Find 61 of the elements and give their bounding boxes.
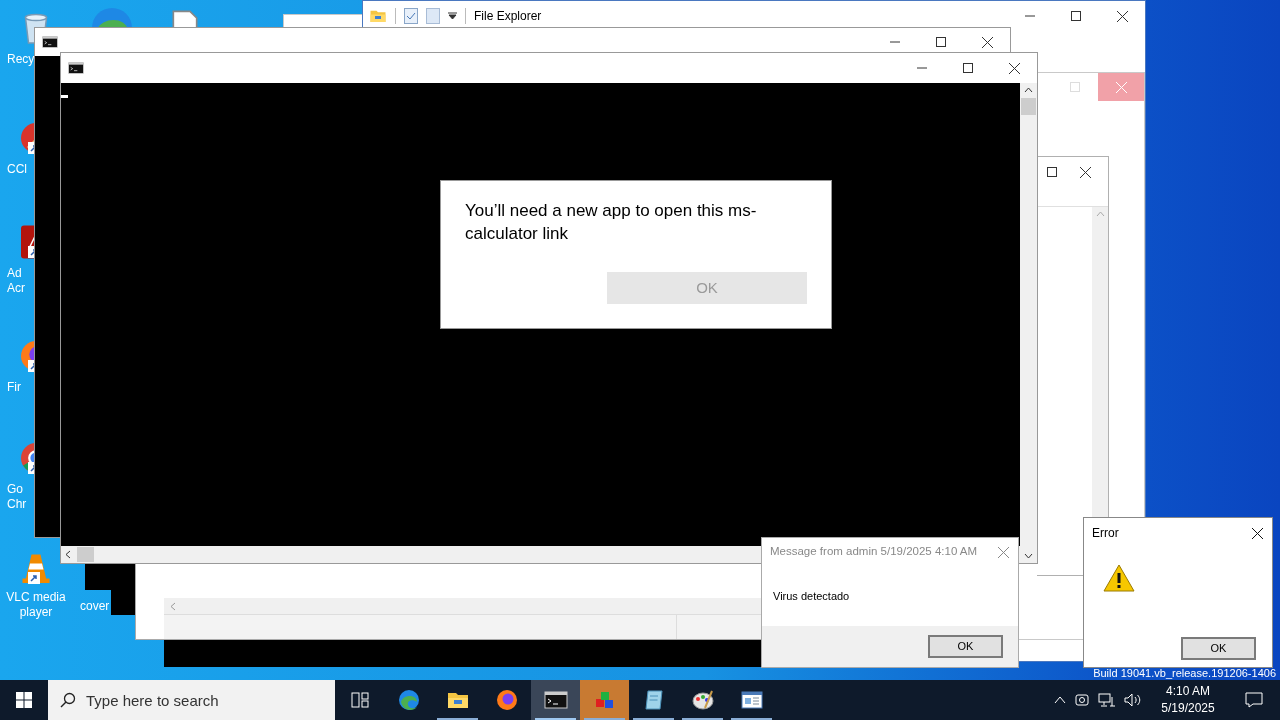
maximize-icon: [1047, 167, 1057, 177]
icon-label[interactable]: player: [19, 605, 53, 620]
taskbar-app[interactable]: [531, 680, 580, 720]
close-icon: [1115, 81, 1127, 93]
clock[interactable]: 4:10 AM 5/19/2025: [1150, 683, 1226, 717]
icon-label[interactable]: cover: [80, 599, 110, 614]
build-watermark: Build 19041.vb_release.191206-1406: [1093, 667, 1276, 680]
windows-logo-icon: [16, 692, 32, 708]
shortcut-arrow-icon: [28, 572, 40, 584]
close-icon: [1079, 166, 1091, 178]
scroll-down-icon[interactable]: [1024, 553, 1033, 559]
app-window-icon: [739, 688, 764, 712]
minimize-icon: [917, 67, 927, 69]
warning-icon: [1103, 564, 1135, 592]
dialog-message: You’ll need a new app to open this ms-calculator link: [465, 200, 758, 245]
chevron-up-icon[interactable]: [1054, 696, 1066, 704]
palette-icon: [690, 688, 715, 712]
terminal-icon: [543, 688, 568, 712]
notification-icon: [1245, 692, 1263, 708]
wave-logo-icon: [396, 688, 421, 712]
scroll-up-icon[interactable]: [1024, 87, 1033, 93]
close-icon: [981, 36, 993, 48]
icon-label[interactable]: Recy: [7, 52, 35, 67]
close-icon: [1116, 10, 1128, 22]
scroll-thumb[interactable]: [1021, 98, 1036, 115]
icon-label[interactable]: Go: [7, 482, 23, 497]
minimize-icon: [1025, 15, 1035, 17]
window-title: File Explorer: [474, 8, 542, 25]
icon-label[interactable]: Chr: [7, 497, 27, 512]
camera-icon[interactable]: [1074, 692, 1090, 708]
dropdown-icon[interactable]: [448, 12, 457, 20]
dialog-title: Message from admin 5/19/2025 4:10 AM: [770, 544, 979, 560]
fox-globe-icon: [494, 688, 519, 712]
task-view-icon: [349, 690, 370, 710]
terminal-icon: [42, 34, 58, 50]
terminal-icon: [68, 60, 84, 76]
maximize-icon: [963, 63, 973, 73]
search-icon: [60, 692, 76, 708]
close-icon: [1251, 527, 1263, 539]
scroll-thumb[interactable]: [77, 547, 94, 562]
maximize-icon: [936, 37, 946, 47]
scroll-left-icon[interactable]: [65, 550, 71, 559]
maximize-icon: [1070, 82, 1080, 92]
search-field[interactable]: Type here to search: [48, 680, 335, 720]
maximize-icon: [1071, 11, 1081, 21]
ok-button[interactable]: OK: [1181, 637, 1256, 660]
icon-label[interactable]: CCl: [7, 162, 27, 177]
checklist-icon[interactable]: [404, 8, 418, 24]
icon-label[interactable]: Acr: [7, 281, 25, 296]
icon-label[interactable]: Ad: [7, 266, 22, 281]
close-icon: [997, 546, 1009, 558]
icon-label[interactable]: VLC media: [6, 590, 66, 605]
speaker-icon[interactable]: [1124, 692, 1142, 708]
dialog-title: Error: [1092, 525, 1120, 542]
icon-label[interactable]: Fir: [7, 380, 21, 395]
minimize-icon: [890, 41, 900, 43]
vertical-scrollbar[interactable]: [1020, 83, 1037, 563]
close-icon: [1008, 62, 1020, 74]
dialog-message: Virus detectado: [773, 588, 850, 604]
network-icon[interactable]: [1098, 692, 1116, 708]
ok-button[interactable]: OK: [928, 635, 1003, 658]
